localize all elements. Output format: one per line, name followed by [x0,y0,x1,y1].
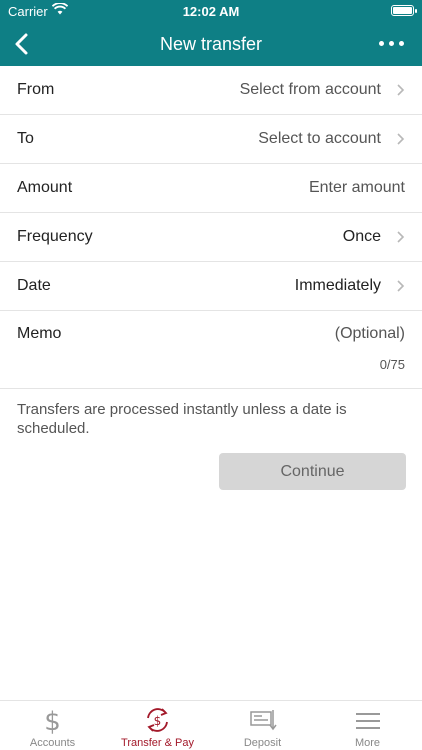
tab-accounts[interactable]: $ Accounts [0,701,105,750]
memo-character-counter: 0/75 [379,357,405,372]
amount-row[interactable]: Amount Enter amount [0,164,422,213]
tab-more[interactable]: More [315,701,420,750]
from-account-value: Select from account [239,81,381,98]
dollar-icon: $ [44,707,61,734]
amount-label: Amount [17,179,73,196]
status-bar: Carrier 12:02 AM [0,0,422,22]
chevron-right-icon [397,280,405,292]
memo-row[interactable]: Memo (Optional) 0/75 [0,311,422,389]
frequency-row[interactable]: Frequency Once [0,213,422,262]
check-deposit-icon [250,710,277,731]
tab-label: Accounts [29,737,76,749]
memo-input[interactable]: (Optional) [335,325,405,343]
page-title: New transfer [159,34,263,54]
tab-transfer-pay[interactable]: $ Transfer & Pay [105,701,210,750]
menu-icon [356,713,380,729]
from-account-row[interactable]: From Select from account [0,66,422,115]
chevron-right-icon [397,133,405,145]
tab-label: Deposit [243,737,282,749]
tab-deposit[interactable]: Deposit [210,701,315,750]
tab-bar: $ Accounts $ Transfer & Pay Deposit More [0,700,422,750]
to-account-row[interactable]: To Select to account [0,115,422,164]
battery-icon [391,5,417,16]
svg-text:$: $ [44,707,61,734]
chevron-right-icon [397,84,405,96]
to-label: To [17,130,34,147]
tab-label: Transfer & Pay [121,737,194,749]
amount-input[interactable]: Enter amount [309,179,405,197]
frequency-label: Frequency [17,228,93,245]
transfer-pay-icon: $ [147,708,168,732]
info-text: Transfers are processed instantly unless… [17,401,347,437]
chevron-right-icon [397,231,405,243]
date-label: Date [17,277,51,294]
from-label: From [17,81,55,98]
transfer-form: From Select from account To Select to ac… [0,66,422,389]
continue-button[interactable]: Continue [219,453,406,490]
app-header: Carrier 12:02 AM New transfer [0,0,422,66]
tab-label: More [354,737,381,749]
memo-label: Memo [17,325,62,342]
to-account-value: Select to account [258,130,381,147]
more-options-button[interactable] [378,32,406,56]
nav-bar: New transfer [0,22,422,66]
date-value: Immediately [294,277,381,294]
clock: 12:02 AM [182,4,240,19]
frequency-value: Once [342,228,381,245]
svg-text:$: $ [154,714,162,728]
date-row[interactable]: Date Immediately [0,262,422,311]
